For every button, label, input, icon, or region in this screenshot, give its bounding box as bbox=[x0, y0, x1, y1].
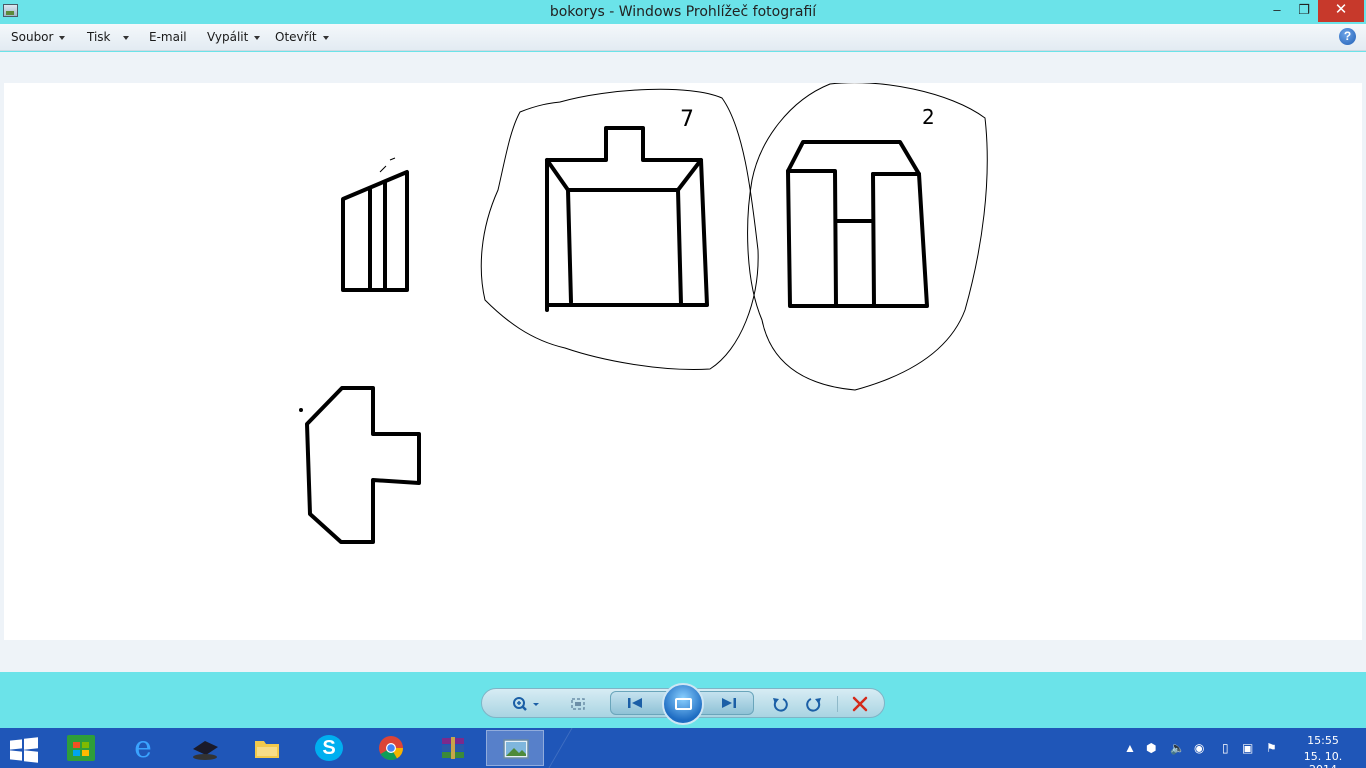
menu-email[interactable]: E-mail bbox=[149, 30, 187, 44]
photo-viewer-icon bbox=[502, 736, 530, 762]
skype-icon: S bbox=[315, 735, 343, 761]
chevron-down-icon bbox=[254, 35, 261, 40]
show-hidden-icons-icon[interactable]: ▲ bbox=[1124, 741, 1136, 755]
menu-otevrit[interactable]: Otevřít bbox=[275, 30, 329, 44]
help-icon[interactable]: ? bbox=[1339, 28, 1356, 45]
restore-button[interactable]: ❐ bbox=[1291, 0, 1317, 22]
viewer-control-bar bbox=[0, 672, 1366, 728]
sketch-label-1: 7 bbox=[680, 107, 694, 132]
screen-glyph bbox=[675, 698, 692, 710]
clock-time[interactable]: 15:55 bbox=[1290, 734, 1356, 747]
separator bbox=[837, 696, 838, 712]
circle-outline-2 bbox=[747, 83, 988, 391]
taskbar: e S ▲ ⬢ 🔈 ◉ ▯ ▣ ⚑ 15:55 15. 10. bbox=[0, 728, 1366, 768]
taskbar-internet-explorer[interactable]: e bbox=[114, 730, 172, 766]
winrar-icon bbox=[439, 735, 467, 761]
ink-dot bbox=[299, 408, 303, 412]
start-button[interactable] bbox=[0, 730, 58, 766]
chevron-down-icon bbox=[322, 35, 329, 40]
sketch-top-view bbox=[305, 386, 421, 544]
sketch-narrow-view bbox=[341, 170, 409, 292]
volume-icon[interactable]: 🔈 bbox=[1170, 741, 1185, 755]
window-title: bokorys - Windows Prohlížeč fotografií bbox=[549, 4, 817, 20]
taskbar-store[interactable] bbox=[52, 730, 110, 766]
menu-soubor[interactable]: Soubor bbox=[11, 30, 66, 44]
windows-logo-icon bbox=[10, 737, 38, 763]
taskbar-chrome[interactable] bbox=[362, 730, 420, 766]
battery-icon[interactable]: ▯ bbox=[1222, 741, 1229, 755]
taskbar-file-explorer[interactable] bbox=[238, 730, 296, 766]
taskbar-winrar[interactable] bbox=[424, 730, 482, 766]
internet-explorer-icon: e bbox=[134, 730, 152, 765]
title-bar: bokorys - Windows Prohlížeč fotografií –… bbox=[0, 0, 1366, 24]
menu-vypalit[interactable]: Vypálit bbox=[207, 30, 261, 44]
graduation-hat-icon bbox=[191, 735, 219, 761]
control-pill bbox=[481, 683, 885, 725]
minimize-button[interactable]: – bbox=[1262, 0, 1292, 22]
sketch-label-2: 2 bbox=[922, 105, 935, 129]
actual-size-icon[interactable] bbox=[568, 696, 588, 712]
rotate-right-icon[interactable] bbox=[804, 696, 824, 712]
clock-date[interactable]: 15. 10. 2014 bbox=[1290, 750, 1356, 768]
network-icon[interactable]: ▣ bbox=[1242, 741, 1253, 755]
store-icon bbox=[67, 735, 95, 761]
sketch-front-view-2 bbox=[786, 140, 929, 308]
close-button[interactable]: ✕ bbox=[1318, 0, 1364, 22]
magnifier-icon[interactable] bbox=[510, 696, 542, 712]
menu-tisk[interactable]: Tisk bbox=[87, 30, 129, 44]
sketch-drawing: 7 2 bbox=[299, 83, 988, 544]
displayed-image: 7 2 bbox=[4, 83, 1362, 640]
folder-icon bbox=[253, 735, 281, 761]
next-icon[interactable] bbox=[719, 695, 739, 711]
chevron-down-icon bbox=[59, 35, 66, 40]
taskbar-hat-app[interactable] bbox=[176, 730, 234, 766]
dropbox-icon[interactable]: ⬢ bbox=[1146, 741, 1156, 755]
chrome-icon bbox=[377, 735, 405, 761]
taskbar-photo-viewer[interactable] bbox=[486, 730, 544, 766]
chevron-down-icon bbox=[122, 35, 129, 40]
sketch-front-view-1 bbox=[545, 126, 709, 312]
circle-outline-1 bbox=[480, 88, 759, 370]
action-center-flag-icon[interactable]: ⚑ bbox=[1266, 741, 1277, 755]
viewer-area: 7 2 bbox=[0, 52, 1366, 672]
taskbar-skype[interactable]: S bbox=[300, 730, 358, 766]
rotate-left-icon[interactable] bbox=[770, 696, 790, 712]
delete-icon[interactable] bbox=[850, 696, 870, 712]
chrome-tray-icon[interactable]: ◉ bbox=[1194, 741, 1204, 755]
menu-bar: Soubor Tisk E-mail Vypálit Otevřít bbox=[0, 24, 1366, 51]
previous-icon[interactable] bbox=[625, 695, 645, 711]
slideshow-icon[interactable] bbox=[662, 683, 704, 725]
